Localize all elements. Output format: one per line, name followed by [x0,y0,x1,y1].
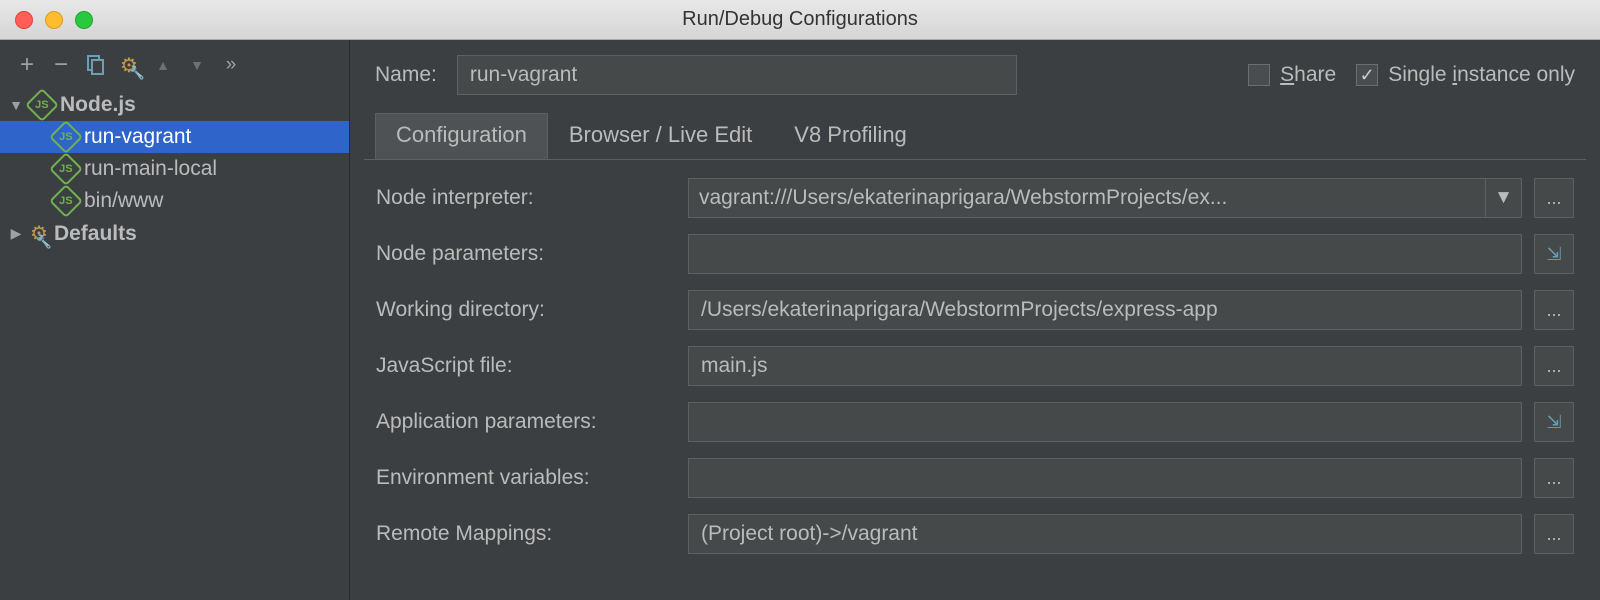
tab-configuration[interactable]: Configuration [375,113,548,159]
name-input[interactable] [457,55,1017,95]
window-title: Run/Debug Configurations [682,8,918,31]
main-panel: Name: Share Single instance only Configu… [350,40,1600,600]
sidebar-toolbar: + − ⚙🔧 ▲ ▼ » [0,45,349,89]
toolbar-overflow-button[interactable]: » [219,53,243,77]
tree-item-label: run-vagrant [84,125,191,149]
nodejs-icon: JS [49,184,83,218]
tree-node-label: Defaults [54,222,137,246]
expand-field-icon: ⇲ [1546,244,1561,265]
node-parameters-label: Node parameters: [376,242,676,266]
add-config-button[interactable]: + [15,53,39,77]
application-parameters-label: Application parameters: [376,410,676,434]
tree-item-run-main-local[interactable]: JS run-main-local [0,153,349,185]
nodejs-icon: JS [25,88,59,122]
remote-mappings-input[interactable]: (Project root)->/vagrant [688,514,1522,554]
header-row: Name: Share Single instance only [350,40,1600,105]
config-tree: ▼ JS Node.js JS run-vagrant JS run-main-… [0,89,349,250]
tree-item-label: bin/www [84,189,163,213]
configuration-panel: Node interpreter: vagrant:///Users/ekate… [364,159,1586,570]
expand-arrow-icon: ▼ [8,97,24,113]
remote-mappings-label: Remote Mappings: [376,522,676,546]
tree-node-nodejs[interactable]: ▼ JS Node.js [0,89,349,121]
ellipsis-icon: ... [1546,188,1561,209]
working-directory-browse-button[interactable]: ... [1534,290,1574,330]
application-parameters-expand-button[interactable]: ⇲ [1534,402,1574,442]
name-label: Name: [375,63,437,87]
edit-defaults-button[interactable]: ⚙🔧 [117,53,141,77]
tree-node-label: Node.js [60,93,136,117]
tree-item-bin-www[interactable]: JS bin/www [0,185,349,217]
window-controls [0,11,93,29]
ellipsis-icon: ... [1546,300,1561,321]
application-parameters-input[interactable] [688,402,1522,442]
javascript-file-browse-button[interactable]: ... [1534,346,1574,386]
node-interpreter-dropdown[interactable]: ▼ [1486,178,1522,218]
environment-variables-label: Environment variables: [376,466,676,490]
expand-field-icon: ⇲ [1546,412,1561,433]
remote-mappings-browse-button[interactable]: ... [1534,514,1574,554]
node-interpreter-field[interactable]: vagrant:///Users/ekaterinaprigara/Websto… [688,178,1486,218]
node-interpreter-browse-button[interactable]: ... [1534,178,1574,218]
working-directory-label: Working directory: [376,298,676,322]
ellipsis-icon: ... [1546,356,1561,377]
gear-icon: ⚙🔧 [30,221,48,246]
share-checkbox[interactable] [1248,64,1270,86]
tree-item-run-vagrant[interactable]: JS run-vagrant [0,121,349,153]
nodejs-icon: JS [49,152,83,186]
tab-browser-live-edit[interactable]: Browser / Live Edit [548,113,773,159]
copy-config-button[interactable] [83,53,107,77]
titlebar: Run/Debug Configurations [0,0,1600,40]
tree-node-defaults[interactable]: ▶ ⚙🔧 Defaults [0,217,349,250]
sidebar: + − ⚙🔧 ▲ ▼ » ▼ JS Node.js JS run-vagrant… [0,40,350,600]
collapse-arrow-icon: ▶ [8,225,24,242]
single-instance-label: Single instance only [1388,63,1575,87]
environment-variables-browse-button[interactable]: ... [1534,458,1574,498]
ellipsis-icon: ... [1546,468,1561,489]
close-window-button[interactable] [15,11,33,29]
node-parameters-input[interactable] [688,234,1522,274]
environment-variables-input[interactable] [688,458,1522,498]
node-parameters-expand-button[interactable]: ⇲ [1534,234,1574,274]
remove-config-button[interactable]: − [49,53,73,77]
share-label: Share [1280,63,1336,87]
chevron-down-icon: ▼ [1494,187,1513,209]
single-instance-checkbox-wrap[interactable]: Single instance only [1356,63,1575,87]
tabs: Configuration Browser / Live Edit V8 Pro… [350,105,1600,159]
javascript-file-input[interactable]: main.js [688,346,1522,386]
move-up-button[interactable]: ▲ [151,53,175,77]
node-interpreter-label: Node interpreter: [376,186,676,210]
minimize-window-button[interactable] [45,11,63,29]
maximize-window-button[interactable] [75,11,93,29]
javascript-file-label: JavaScript file: [376,354,676,378]
tree-item-label: run-main-local [84,157,217,181]
single-instance-checkbox[interactable] [1356,64,1378,86]
nodejs-icon: JS [49,120,83,154]
ellipsis-icon: ... [1546,524,1561,545]
working-directory-input[interactable]: /Users/ekaterinaprigara/WebstormProjects… [688,290,1522,330]
move-down-button[interactable]: ▼ [185,53,209,77]
share-checkbox-wrap[interactable]: Share [1248,63,1336,87]
tab-v8-profiling[interactable]: V8 Profiling [773,113,928,159]
